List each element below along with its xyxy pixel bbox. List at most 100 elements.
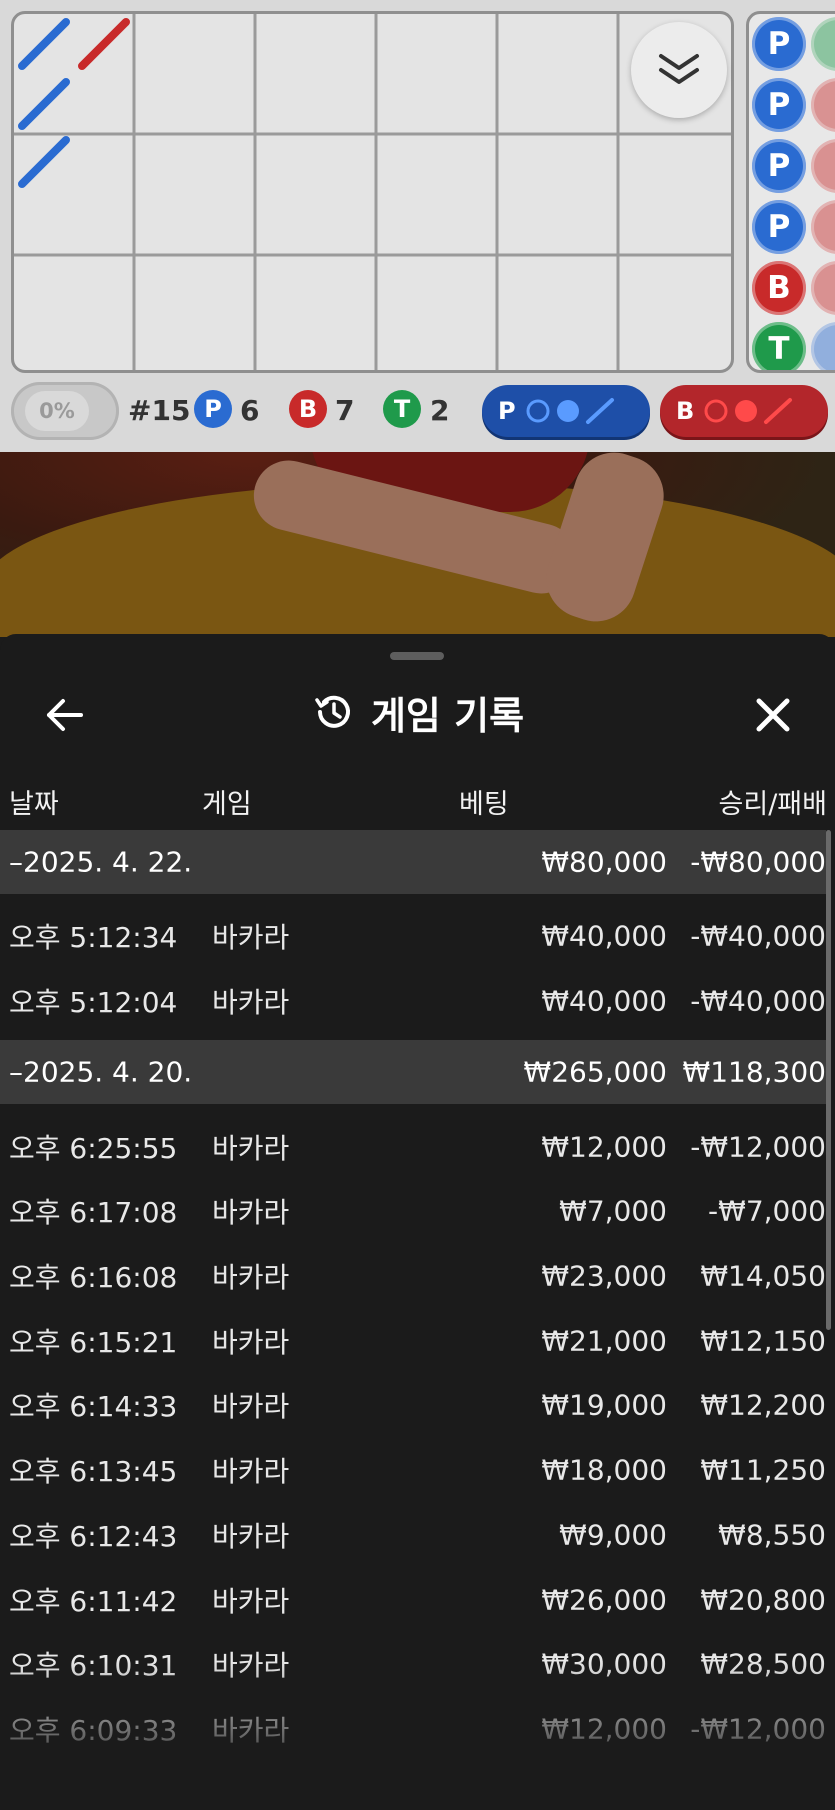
row-bet: ₩19,000 xyxy=(541,1388,667,1422)
road-mark-player xyxy=(18,78,70,130)
date-group-header[interactable]: –2025. 4. 22. ₩80,000 -₩80,000 xyxy=(0,830,826,894)
group-bet-total: ₩80,000 xyxy=(541,845,667,879)
row-winloss: -₩12,000 xyxy=(690,1712,826,1746)
collapse-scoreboard-button[interactable] xyxy=(631,22,727,118)
road-grid xyxy=(11,11,734,373)
row-winloss: -₩12,000 xyxy=(690,1130,826,1164)
group-date: –2025. 4. 20. xyxy=(9,1055,193,1089)
history-row[interactable]: 오후 6:13:45 바카라 ₩18,000 ₩11,250 xyxy=(0,1438,826,1503)
history-row[interactable]: 오후 6:14:33 바카라 ₩19,000 ₩12,200 xyxy=(0,1373,826,1438)
player-ask-button[interactable]: P xyxy=(482,385,650,437)
row-bet: ₩7,000 xyxy=(559,1194,667,1228)
bead-partial xyxy=(811,261,835,315)
row-winloss: ₩8,550 xyxy=(718,1518,826,1552)
scoreboard: P P P P B T 0% #15 P 6 B 7 T 2 P B xyxy=(0,0,835,452)
percent-toggle[interactable]: 0% xyxy=(11,382,119,440)
banker-ask-button[interactable]: B xyxy=(660,385,828,437)
history-row[interactable]: 오후 5:12:34 바카라 ₩40,000 -₩40,000 xyxy=(0,904,826,969)
row-bet: ₩26,000 xyxy=(541,1583,667,1617)
live-video xyxy=(0,452,835,637)
player-count-icon: P xyxy=(194,390,232,428)
scrollbar[interactable] xyxy=(826,830,831,1330)
row-winloss: ₩12,150 xyxy=(700,1324,826,1358)
row-time: 오후 6:25:55 xyxy=(9,1131,178,1165)
road-mark-player xyxy=(18,136,70,188)
row-game: 바카라 xyxy=(212,1390,290,1424)
row-time: 오후 6:16:08 xyxy=(9,1261,178,1295)
bead-player: P xyxy=(752,200,806,254)
row-bet: ₩12,000 xyxy=(541,1130,667,1164)
history-icon xyxy=(315,695,350,728)
bead-partial xyxy=(811,200,835,254)
bead-partial xyxy=(811,17,835,71)
row-winloss: ₩28,500 xyxy=(700,1647,826,1681)
row-winloss: ₩20,800 xyxy=(700,1583,826,1617)
player-ask-icons xyxy=(526,398,614,424)
history-row[interactable]: 오후 5:12:04 바카라 ₩40,000 -₩40,000 xyxy=(0,969,826,1034)
bead-tie: T xyxy=(752,322,806,370)
close-button[interactable] xyxy=(748,690,798,740)
history-row[interactable]: 오후 6:09:33 바카라 ₩12,000 -₩12,000 xyxy=(0,1697,826,1762)
bead-player: P xyxy=(752,139,806,193)
row-winloss: -₩7,000 xyxy=(708,1194,826,1228)
row-winloss: -₩40,000 xyxy=(690,984,826,1018)
banker-count: 7 xyxy=(335,394,355,427)
row-bet: ₩40,000 xyxy=(541,919,667,953)
banker-ask-icons xyxy=(704,398,793,424)
game-history-panel: 게임 기록 날짜 게임 베팅 승리/패배 –2025. 4. 22. ₩80,0… xyxy=(0,634,835,1810)
history-row[interactable]: 오후 6:16:08 바카라 ₩23,000 ₩14,050 xyxy=(0,1244,826,1309)
row-time: 오후 5:12:04 xyxy=(9,986,178,1020)
date-group-header[interactable]: –2025. 4. 20. ₩265,000 ₩118,300 xyxy=(0,1040,826,1105)
player-count: 6 xyxy=(240,394,260,427)
row-time: 오후 6:17:08 xyxy=(9,1196,178,1230)
history-row[interactable]: 오후 6:15:21 바카라 ₩21,000 ₩12,150 xyxy=(0,1308,826,1373)
percent-label: 0% xyxy=(25,391,89,431)
history-list: –2025. 4. 22. ₩80,000 -₩80,000 오후 5:12:3… xyxy=(0,830,826,1761)
row-game: 바카라 xyxy=(212,1131,290,1165)
row-game: 바카라 xyxy=(212,1261,290,1295)
row-bet: ₩23,000 xyxy=(541,1259,667,1293)
history-row[interactable]: 오후 6:12:43 바카라 ₩9,000 ₩8,550 xyxy=(0,1503,826,1568)
history-row[interactable]: 오후 6:11:42 바카라 ₩26,000 ₩20,800 xyxy=(0,1567,826,1632)
back-button[interactable] xyxy=(40,690,90,740)
row-time: 오후 6:14:33 xyxy=(9,1390,178,1424)
double-chevron-down-icon xyxy=(659,54,699,84)
row-game: 바카라 xyxy=(212,1455,290,1489)
history-row[interactable]: 오후 6:17:08 바카라 ₩7,000 -₩7,000 xyxy=(0,1179,826,1244)
bead-partial xyxy=(811,78,835,132)
row-bet: ₩18,000 xyxy=(541,1453,667,1487)
banker-count-icon: B xyxy=(289,390,327,428)
road-mark-player xyxy=(18,18,70,70)
row-time: 오후 6:15:21 xyxy=(9,1325,178,1359)
drag-handle[interactable] xyxy=(390,652,444,660)
group-winloss-total: ₩118,300 xyxy=(682,1055,826,1089)
row-game: 바카라 xyxy=(212,1196,290,1230)
tie-count-icon: T xyxy=(383,390,421,428)
history-row[interactable]: 오후 6:10:31 바카라 ₩30,000 ₩28,500 xyxy=(0,1632,826,1697)
column-header-game: 게임 xyxy=(202,789,252,820)
row-time: 오후 6:12:43 xyxy=(9,1519,178,1553)
bead-partial xyxy=(811,322,835,370)
row-game: 바카라 xyxy=(212,1519,290,1553)
bead-player: P xyxy=(752,78,806,132)
row-bet: ₩21,000 xyxy=(541,1324,667,1358)
group-winloss-total: -₩80,000 xyxy=(690,845,826,879)
row-game: 바카라 xyxy=(212,1649,290,1683)
bead-partial xyxy=(811,139,835,193)
panel-title-text: 게임 기록 xyxy=(370,693,525,738)
row-game: 바카라 xyxy=(212,1325,290,1359)
row-winloss: -₩40,000 xyxy=(690,919,826,953)
banker-ask-label: B xyxy=(676,397,695,425)
history-row[interactable]: 오후 6:25:55 바카라 ₩12,000 -₩12,000 xyxy=(0,1114,826,1179)
row-game: 바카라 xyxy=(212,921,290,955)
arrow-left-icon xyxy=(47,699,83,731)
row-winloss: ₩14,050 xyxy=(700,1259,826,1293)
group-date: –2025. 4. 22. xyxy=(9,845,193,879)
close-icon xyxy=(756,698,790,732)
row-game: 바카라 xyxy=(212,1584,290,1618)
stats-row: 0% #15 P 6 B 7 T 2 P B xyxy=(0,380,835,448)
road-grid-lines xyxy=(14,14,731,370)
round-number: #15 xyxy=(128,394,191,427)
tie-count: 2 xyxy=(430,394,450,427)
road-mark-banker xyxy=(78,18,130,70)
